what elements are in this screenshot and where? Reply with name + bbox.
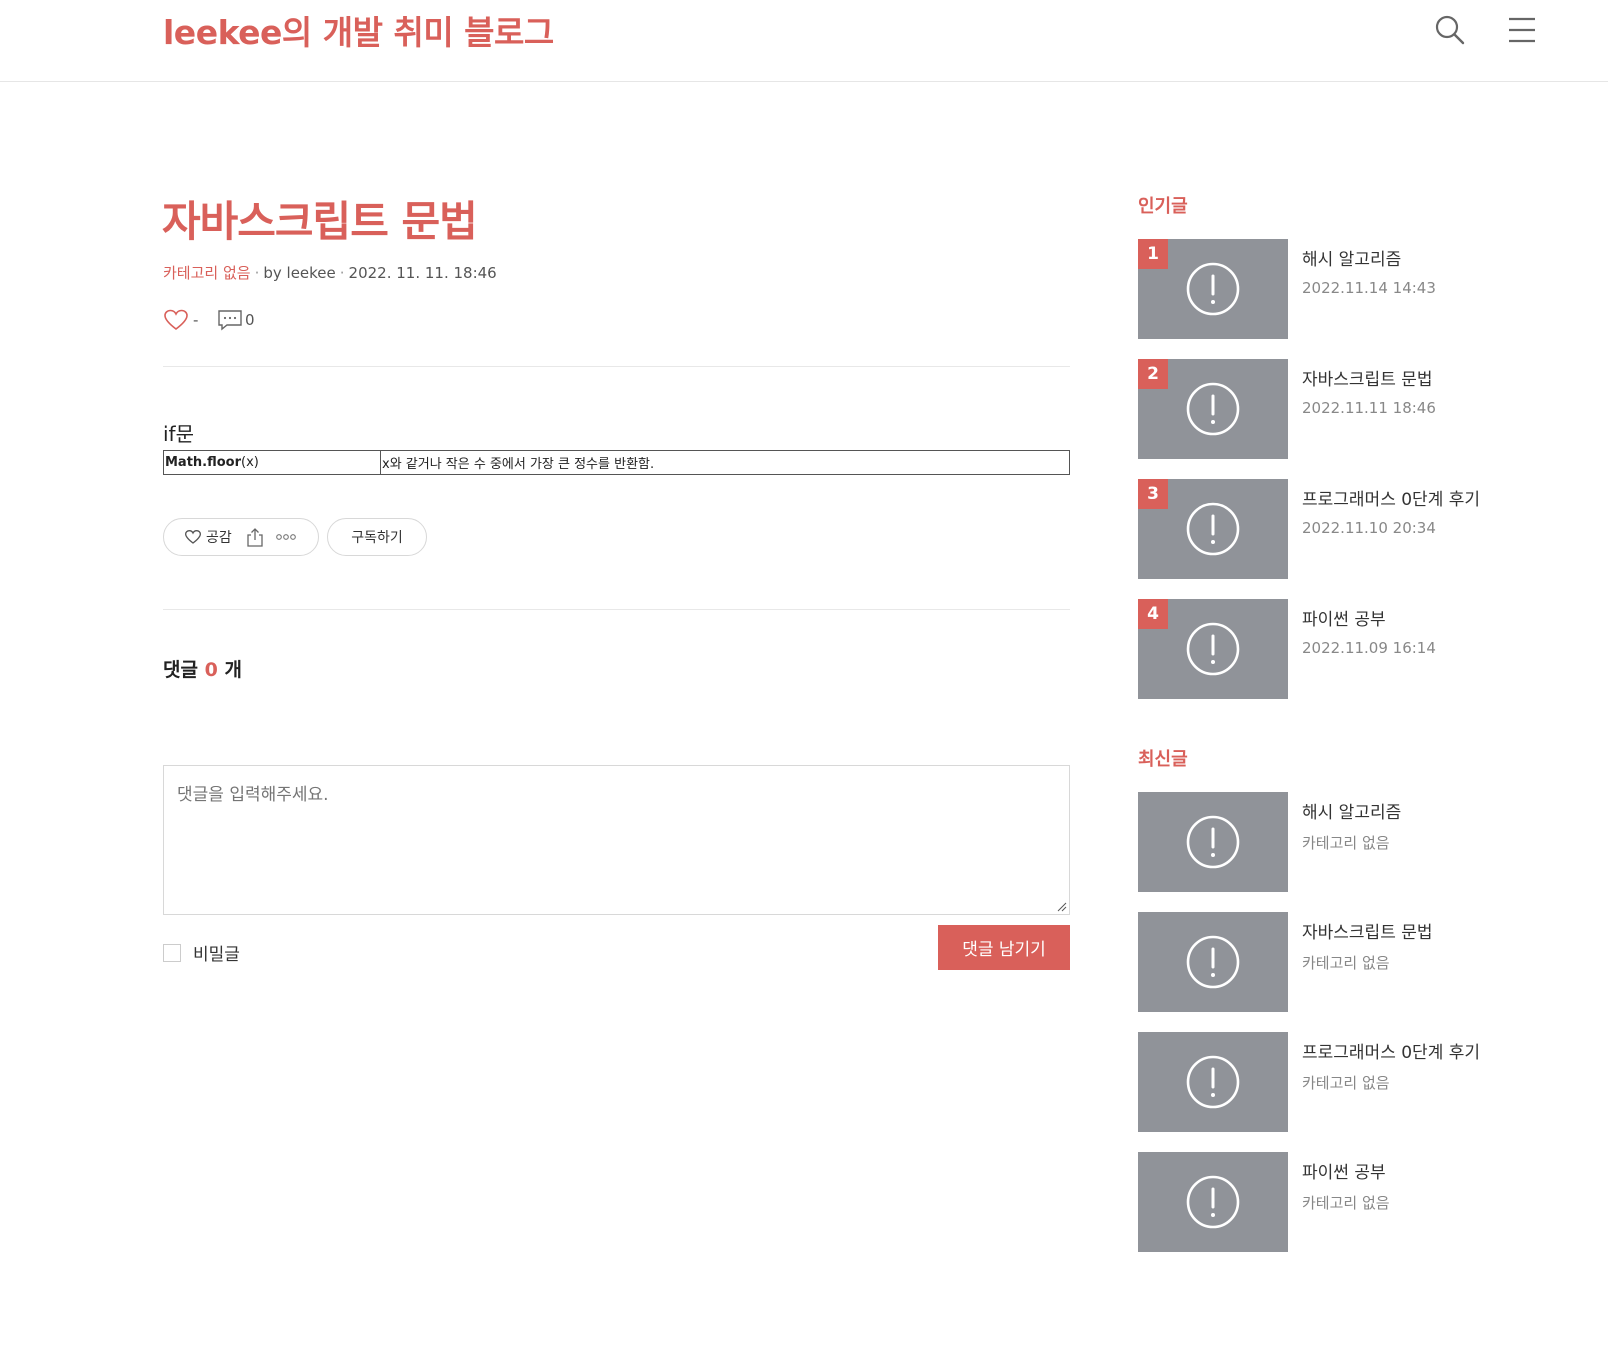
content-table: Math.floor(x) x와 같거나 작은 수 중에서 가장 큰 정수를 반… — [163, 450, 1070, 475]
comment-icon — [218, 310, 242, 331]
secret-comment-option[interactable]: 비밀글 — [163, 940, 240, 965]
thumbnail-placeholder — [1138, 1032, 1288, 1132]
rank-badge: 1 — [1138, 239, 1168, 269]
post-category-link[interactable]: 카테고리 없음 — [163, 264, 251, 282]
secret-label: 비밀글 — [193, 945, 240, 965]
comment-input[interactable] — [163, 765, 1070, 915]
recent-post-title[interactable]: 프로그래머스 0단계 후기 — [1302, 1038, 1480, 1063]
alert-icon — [1186, 382, 1240, 436]
comment-count-stat: 0 — [245, 311, 255, 329]
rank-badge: 3 — [1138, 479, 1168, 509]
recent-post-item[interactable]: 파이썬 공부 카테고리 없음 — [1138, 1152, 1498, 1252]
content-heading: if문 — [163, 422, 194, 446]
recent-post-item[interactable]: 프로그래머스 0단계 후기 카테고리 없음 — [1138, 1032, 1498, 1132]
popular-post-title[interactable]: 프로그래머스 0단계 후기 — [1302, 485, 1480, 510]
thumbnail-placeholder — [1138, 792, 1288, 892]
recent-post-category: 카테고리 없음 — [1302, 1194, 1390, 1212]
blog-title[interactable]: leekee의 개발 취미 블로그 — [163, 6, 554, 54]
divider — [163, 609, 1070, 610]
popular-post-item[interactable]: 2 자바스크립트 문법 2022.11.11 18:46 — [1138, 359, 1498, 459]
popular-post-date: 2022.11.09 16:14 — [1302, 639, 1436, 657]
popular-posts-heading: 인기글 — [1138, 196, 1188, 217]
alert-icon — [1186, 1055, 1240, 1109]
popular-post-item[interactable]: 1 해시 알고리즘 2022.11.14 14:43 — [1138, 239, 1498, 339]
site-header: leekee의 개발 취미 블로그 — [0, 0, 1608, 82]
table-cell-description: x와 같거나 작은 수 중에서 가장 큰 정수를 반환함. — [380, 450, 1070, 475]
alert-icon — [1186, 502, 1240, 556]
popular-post-title[interactable]: 파이썬 공부 — [1302, 605, 1386, 630]
popular-post-date: 2022.11.14 14:43 — [1302, 279, 1436, 297]
rank-badge: 2 — [1138, 359, 1168, 389]
recent-posts-heading: 최신글 — [1138, 749, 1188, 770]
table-cell-code: Math.floor(x) — [163, 450, 381, 475]
table-row: Math.floor(x) x와 같거나 작은 수 중에서 가장 큰 정수를 반… — [163, 450, 1070, 475]
recent-post-title[interactable]: 파이썬 공부 — [1302, 1158, 1386, 1183]
popular-post-item[interactable]: 4 파이썬 공부 2022.11.09 16:14 — [1138, 599, 1498, 699]
comment-count-heading: 댓글 0 개 — [163, 659, 242, 681]
recent-post-item[interactable]: 자바스크립트 문법 카테고리 없음 — [1138, 912, 1498, 1012]
rank-badge: 4 — [1138, 599, 1168, 629]
search-icon[interactable] — [1432, 12, 1468, 48]
secret-checkbox[interactable] — [163, 943, 181, 962]
like-button-label[interactable]: 공감 — [206, 527, 232, 547]
hamburger-menu-icon[interactable] — [1504, 12, 1540, 48]
like-stat[interactable]: - — [163, 308, 198, 332]
alert-icon — [1186, 1175, 1240, 1229]
recent-post-title[interactable]: 해시 알고리즘 — [1302, 798, 1401, 823]
like-count: - — [193, 311, 199, 329]
recent-post-category: 카테고리 없음 — [1302, 1074, 1390, 1092]
popular-post-title[interactable]: 자바스크립트 문법 — [1302, 365, 1433, 390]
submit-comment-button[interactable]: 댓글 남기기 — [938, 925, 1070, 970]
popular-post-date: 2022.11.11 18:46 — [1302, 399, 1436, 417]
popular-post-date: 2022.11.10 20:34 — [1302, 519, 1436, 537]
reaction-pill: 공감 — [163, 518, 319, 556]
post-title: 자바스크립트 문법 — [162, 197, 478, 246]
thumbnail-placeholder — [1138, 912, 1288, 1012]
subscribe-button[interactable]: 구독하기 — [327, 518, 427, 556]
popular-post-title[interactable]: 해시 알고리즘 — [1302, 245, 1401, 270]
more-options-icon[interactable] — [275, 533, 296, 541]
alert-icon — [1186, 622, 1240, 676]
comment-count-number: 0 — [204, 659, 218, 681]
alert-icon — [1186, 815, 1240, 869]
resize-handle-icon[interactable] — [1056, 901, 1067, 912]
thumbnail-placeholder — [1138, 1152, 1288, 1252]
post-author: by leekee — [263, 264, 336, 282]
divider — [163, 366, 1070, 367]
alert-icon — [1186, 262, 1240, 316]
recent-post-category: 카테고리 없음 — [1302, 954, 1390, 972]
recent-post-item[interactable]: 해시 알고리즘 카테고리 없음 — [1138, 792, 1498, 892]
share-icon[interactable] — [246, 527, 264, 547]
heart-icon — [164, 309, 188, 331]
recent-post-category: 카테고리 없음 — [1302, 834, 1390, 852]
post-date: 2022. 11. 11. 18:46 — [348, 264, 497, 282]
comment-stat[interactable]: 0 — [217, 308, 255, 332]
heart-icon[interactable] — [184, 529, 202, 545]
recent-post-title[interactable]: 자바스크립트 문법 — [1302, 918, 1433, 943]
popular-post-item[interactable]: 3 프로그래머스 0단계 후기 2022.11.10 20:34 — [1138, 479, 1498, 579]
post-meta: 카테고리 없음 · by leekee · 2022. 11. 11. 18:46 — [163, 264, 497, 282]
alert-icon — [1186, 935, 1240, 989]
